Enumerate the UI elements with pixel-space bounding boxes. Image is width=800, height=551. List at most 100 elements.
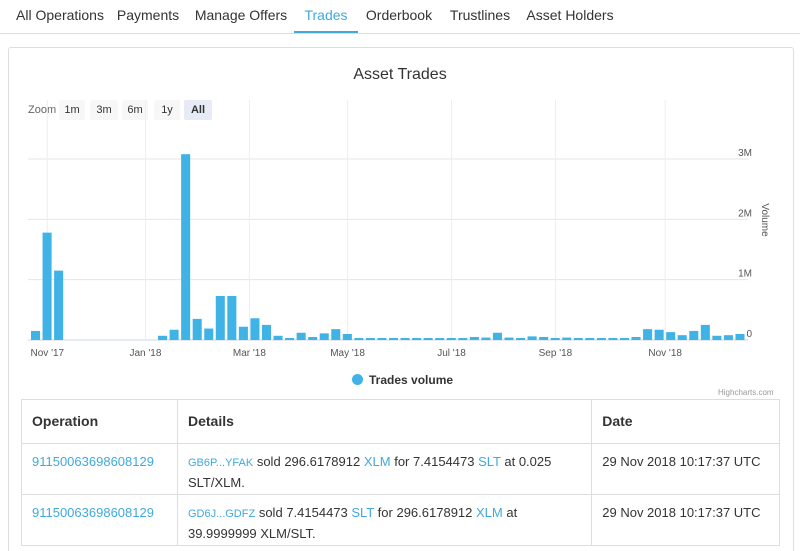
asset-link[interactable]: SLT <box>478 454 501 469</box>
volume-bar[interactable] <box>481 337 491 340</box>
trade-for: for <box>394 454 410 469</box>
trades-volume-chart: 0 1M 2M 3M Nov '17 Jan '18 Mar '18 May '18 Jul … <box>28 100 770 359</box>
volume-bar[interactable] <box>435 338 445 340</box>
volume-bar[interactable] <box>573 338 583 340</box>
volume-bar[interactable] <box>192 318 202 340</box>
trade-amount: 296.6178912 <box>284 454 361 469</box>
x-tick-label: Jan '18 <box>130 348 162 359</box>
trade-pair: SLT/XLM. <box>187 475 245 490</box>
y-tick-label: 2M <box>738 208 752 219</box>
volume-bar[interactable] <box>689 330 699 340</box>
volume-bar[interactable] <box>31 330 41 340</box>
volume-bar[interactable] <box>585 338 595 340</box>
legend-series-dot <box>352 374 363 385</box>
column-header-date: Date <box>591 399 780 444</box>
legend-label: Trades volume <box>369 373 454 387</box>
operation-link[interactable]: 91150063698608129 <box>32 454 154 469</box>
volume-bar[interactable] <box>631 336 641 340</box>
volume-bar[interactable] <box>527 336 537 340</box>
asset-link[interactable]: SLT <box>351 505 374 520</box>
trade-details: GB6P...YFAK sold 296.6178912 XLM for 7.4… <box>176 443 593 495</box>
volume-bar[interactable] <box>666 332 676 340</box>
volume-bar[interactable] <box>677 335 687 340</box>
trade-verb: sold <box>256 454 281 469</box>
volume-bar[interactable] <box>412 338 422 340</box>
volume-bar[interactable] <box>158 335 168 340</box>
volume-bar[interactable] <box>400 338 410 340</box>
x-tick-label: Nov '18 <box>648 348 682 359</box>
volume-bar[interactable] <box>735 333 745 340</box>
volume-bar[interactable] <box>550 338 560 340</box>
asset-link[interactable]: XLM <box>364 454 391 469</box>
volume-bar[interactable] <box>504 337 514 340</box>
column-header-operation: Operation <box>21 399 178 444</box>
account-link[interactable]: GD6J...GDFZ <box>188 508 255 520</box>
volume-bar[interactable] <box>204 328 214 340</box>
volume-bar[interactable] <box>492 332 502 340</box>
table-row: 91150063698608129 GD6J...GDFZ sold 7.415… <box>21 494 780 546</box>
operation-link[interactable]: 91150063698608129 <box>32 505 154 520</box>
trade-pair: 39.9999999 XLM/SLT. <box>187 526 316 541</box>
volume-bar[interactable] <box>608 338 618 340</box>
account-link[interactable]: GB6P...YFAK <box>188 457 253 469</box>
volume-bar[interactable] <box>700 324 710 340</box>
trade-amount: 7.4154473 <box>413 454 475 469</box>
volume-bar[interactable] <box>169 329 179 340</box>
trade-date: 29 Nov 2018 10:17:37 UTC <box>591 443 780 495</box>
volume-bar[interactable] <box>227 295 237 340</box>
x-tick-label: May '18 <box>330 348 365 359</box>
highcharts-credits[interactable]: Highcharts.com <box>718 388 774 397</box>
trades-table: Operation Details Date 91150063698608129… <box>21 399 780 546</box>
volume-bar[interactable] <box>654 329 664 340</box>
volume-bar[interactable] <box>562 337 572 340</box>
volume-bar[interactable] <box>285 338 295 340</box>
volume-bar[interactable] <box>181 154 191 340</box>
volume-bar[interactable] <box>296 332 306 340</box>
volume-bar[interactable] <box>723 335 733 340</box>
trade-details: GD6J...GDFZ sold 7.4154473 SLT for 296.6… <box>176 494 593 546</box>
volume-bar[interactable] <box>539 336 549 340</box>
volume-bar[interactable] <box>308 336 318 340</box>
volume-bar[interactable] <box>238 326 248 340</box>
volume-bar[interactable] <box>516 338 526 340</box>
trade-verb: sold <box>258 505 283 520</box>
volume-bar[interactable] <box>42 232 52 340</box>
volume-bar[interactable] <box>215 295 225 340</box>
trade-date: 29 Nov 2018 10:17:37 UTC <box>591 494 780 546</box>
volume-bar[interactable] <box>319 333 329 340</box>
column-header-details: Details <box>176 399 593 444</box>
x-tick-label: Jul '18 <box>437 348 466 359</box>
x-tick-label: Nov '17 <box>31 348 65 359</box>
volume-bar[interactable] <box>469 336 479 340</box>
volume-bar[interactable] <box>365 338 375 340</box>
volume-bar[interactable] <box>643 329 653 340</box>
trade-price: at <box>506 505 518 520</box>
volume-bar[interactable] <box>354 338 364 340</box>
volume-bar[interactable] <box>458 338 468 340</box>
trade-amount: 296.6178912 <box>396 505 473 520</box>
y-tick-label: 0 <box>746 329 752 340</box>
volume-bar[interactable] <box>423 338 433 340</box>
table-row: 91150063698608129 GB6P...YFAK sold 296.6… <box>21 443 780 495</box>
volume-bar[interactable] <box>619 338 630 340</box>
asset-link[interactable]: XLM <box>476 505 503 520</box>
table-header-row: Operation Details Date <box>21 399 780 444</box>
volume-bar[interactable] <box>273 335 283 340</box>
volume-bar[interactable] <box>377 338 387 340</box>
trade-price: at 0.025 <box>504 454 552 469</box>
y-tick-label: 3M <box>738 148 752 159</box>
volume-bar[interactable] <box>261 324 272 340</box>
volume-bar[interactable] <box>342 333 352 340</box>
y-axis-label: Volume <box>759 203 770 237</box>
volume-bar[interactable] <box>331 329 341 340</box>
x-tick-label: Sep '18 <box>539 348 573 359</box>
chart-legend[interactable]: Trades volume <box>352 373 453 387</box>
volume-bar[interactable] <box>712 335 722 340</box>
trade-amount: 7.4154473 <box>286 505 348 520</box>
volume-bar[interactable] <box>596 338 606 340</box>
volume-bar[interactable] <box>250 318 260 340</box>
volume-bar[interactable] <box>389 338 399 340</box>
trade-for: for <box>377 505 393 520</box>
volume-bar[interactable] <box>54 270 64 340</box>
volume-bar[interactable] <box>446 338 456 340</box>
